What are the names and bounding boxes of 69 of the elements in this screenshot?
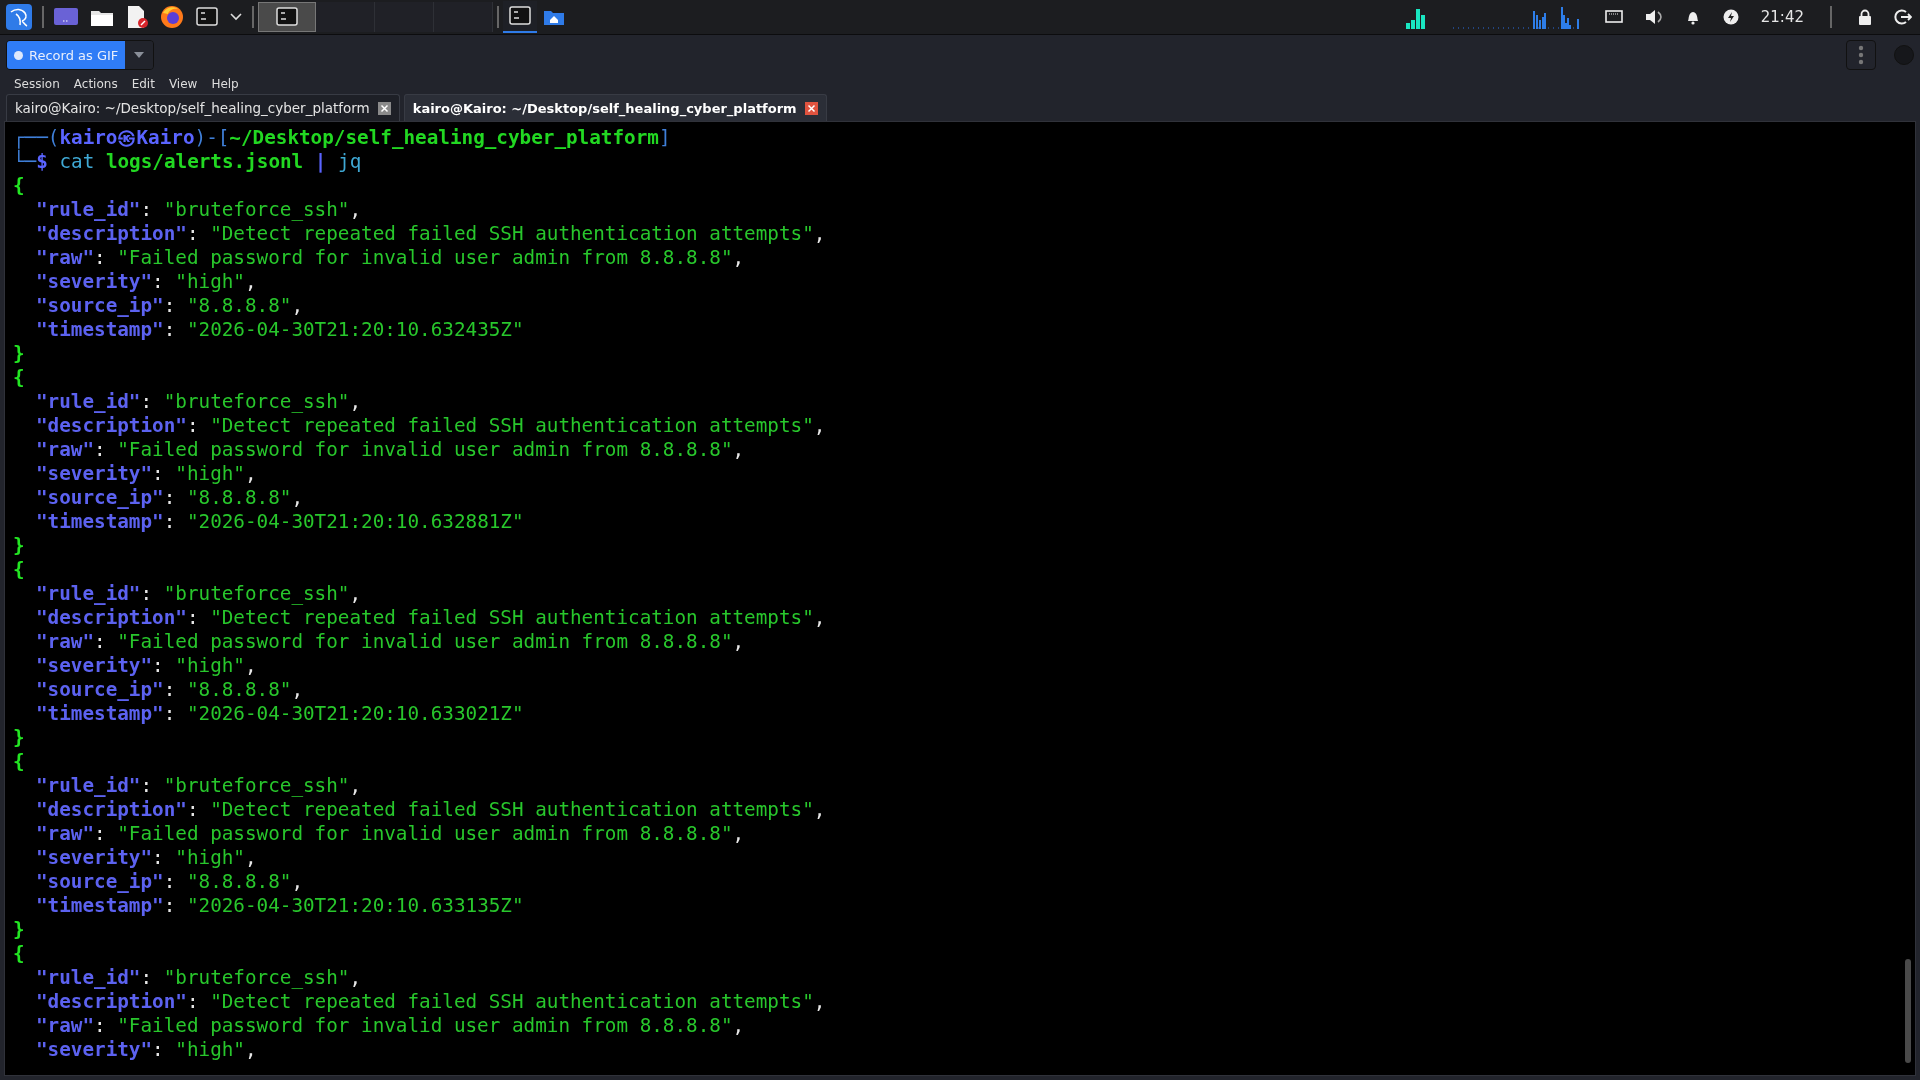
fox-globe-icon[interactable] <box>160 5 184 29</box>
chevron-down-icon[interactable] <box>230 13 242 21</box>
terminal-icon[interactable] <box>196 7 218 27</box>
clock[interactable]: 21:42 <box>1760 8 1804 26</box>
terminal-line: "rule_id": "bruteforce_ssh", <box>35 390 363 414</box>
workspace-button[interactable] <box>503 1 537 33</box>
caret-icon <box>133 51 146 59</box>
terminal-icon <box>276 7 298 27</box>
terminal-line: "timestamp": "2026-04-30T21:20:10.632881Z" <box>35 510 525 534</box>
terminal-line: └─$ cat logs/alerts.jsonl | jq <box>13 150 362 174</box>
terminal-line: "timestamp": "2026-04-30T21:20:10.633021Z" <box>35 702 525 726</box>
terminal-line: "severity": "high", <box>35 270 258 294</box>
terminal-line: "description": "Detect repeated failed SSH authentication attempts", <box>35 606 827 630</box>
close-icon[interactable] <box>804 101 818 115</box>
terminal-line: "description": "Detect repeated failed SSH authentication attempts", <box>35 222 827 246</box>
kebab-icon <box>1858 45 1864 65</box>
document-icon[interactable] <box>126 5 148 29</box>
menu-item[interactable]: View <box>168 77 198 91</box>
terminal-line: "severity": "high", <box>35 462 258 486</box>
terminal-line: ┌──(kairo㉿Kairo)-[~/Desktop/self_healing_cyber_platform] <box>13 126 672 150</box>
menu-item[interactable]: Session <box>14 77 60 91</box>
scrollbar-thumb[interactable] <box>1905 959 1911 1063</box>
home-folder-icon <box>543 8 565 26</box>
tab[interactable]: kairo@Kairo: ~/Desktop/self_healing_cyber_platform <box>6 94 400 121</box>
window-button[interactable] <box>258 2 316 32</box>
desktop-icon[interactable] <box>54 7 78 27</box>
speaker-icon[interactable] <box>1644 9 1663 25</box>
terminal-line: "raw": "Failed password for invalid user admin from 8.8.8.8", <box>35 630 746 654</box>
terminal-line: "rule_id": "bruteforce_ssh", <box>35 774 363 798</box>
close-icon[interactable] <box>377 101 391 115</box>
terminal-line: "severity": "high", <box>35 1038 258 1062</box>
terminal-line: { <box>13 174 26 198</box>
terminal-line: "description": "Detect repeated failed SSH authentication attempts", <box>35 798 827 822</box>
terminal-line: "raw": "Failed password for invalid user admin from 8.8.8.8", <box>35 246 746 270</box>
terminal-line: "rule_id": "bruteforce_ssh", <box>35 198 363 222</box>
tab[interactable]: kairo@Kairo: ~/Desktop/self_healing_cyber_platform <box>403 94 827 121</box>
terminal-line: } <box>13 726 26 750</box>
terminal-line: "severity": "high", <box>35 654 258 678</box>
terminal-line: { <box>13 942 26 966</box>
terminal-line: "rule_id": "bruteforce_ssh", <box>35 582 363 606</box>
terminal-line: { <box>13 750 26 774</box>
status-circle <box>1894 45 1914 65</box>
terminal-line: "source_ip": "8.8.8.8", <box>35 678 304 702</box>
menu-item[interactable]: Edit <box>131 77 155 91</box>
terminal-line: "timestamp": "2026-04-30T21:20:10.633135Z" <box>35 894 525 918</box>
menu-item[interactable]: Help <box>211 77 239 91</box>
power-bolt-icon[interactable] <box>1722 9 1739 25</box>
terminal-line: "source_ip": "8.8.8.8", <box>35 294 304 318</box>
terminal-line: "source_ip": "8.8.8.8", <box>35 870 304 894</box>
terminal-line: { <box>13 558 26 582</box>
menu-item[interactable]: Actions <box>73 77 118 91</box>
terminal-line: "raw": "Failed password for invalid user admin from 8.8.8.8", <box>35 438 746 462</box>
logout-icon[interactable] <box>1894 9 1912 25</box>
terminal-line: "raw": "Failed password for invalid user admin from 8.8.8.8", <box>35 1014 746 1038</box>
terminal-line: "description": "Detect repeated failed SSH authentication attempts", <box>35 414 827 438</box>
terminal-line: { <box>13 366 26 390</box>
terminal-line: "severity": "high", <box>35 846 258 870</box>
lock-icon[interactable] <box>1858 9 1872 25</box>
terminal-line: } <box>13 534 26 558</box>
terminal-line: } <box>13 342 26 366</box>
terminal-icon <box>509 6 531 26</box>
more-options-button[interactable] <box>1846 40 1876 70</box>
terminal-line: "source_ip": "8.8.8.8", <box>35 486 304 510</box>
display-icon[interactable] <box>1604 10 1623 24</box>
terminal-line: } <box>13 918 26 942</box>
terminal-line: "description": "Detect repeated failed SSH authentication attempts", <box>35 990 827 1014</box>
terminal-line: "rule_id": "bruteforce_ssh", <box>35 966 363 990</box>
terminal-line: "timestamp": "2026-04-30T21:20:10.632435Z" <box>35 318 525 342</box>
terminal-line: "raw": "Failed password for invalid user admin from 8.8.8.8", <box>35 822 746 846</box>
